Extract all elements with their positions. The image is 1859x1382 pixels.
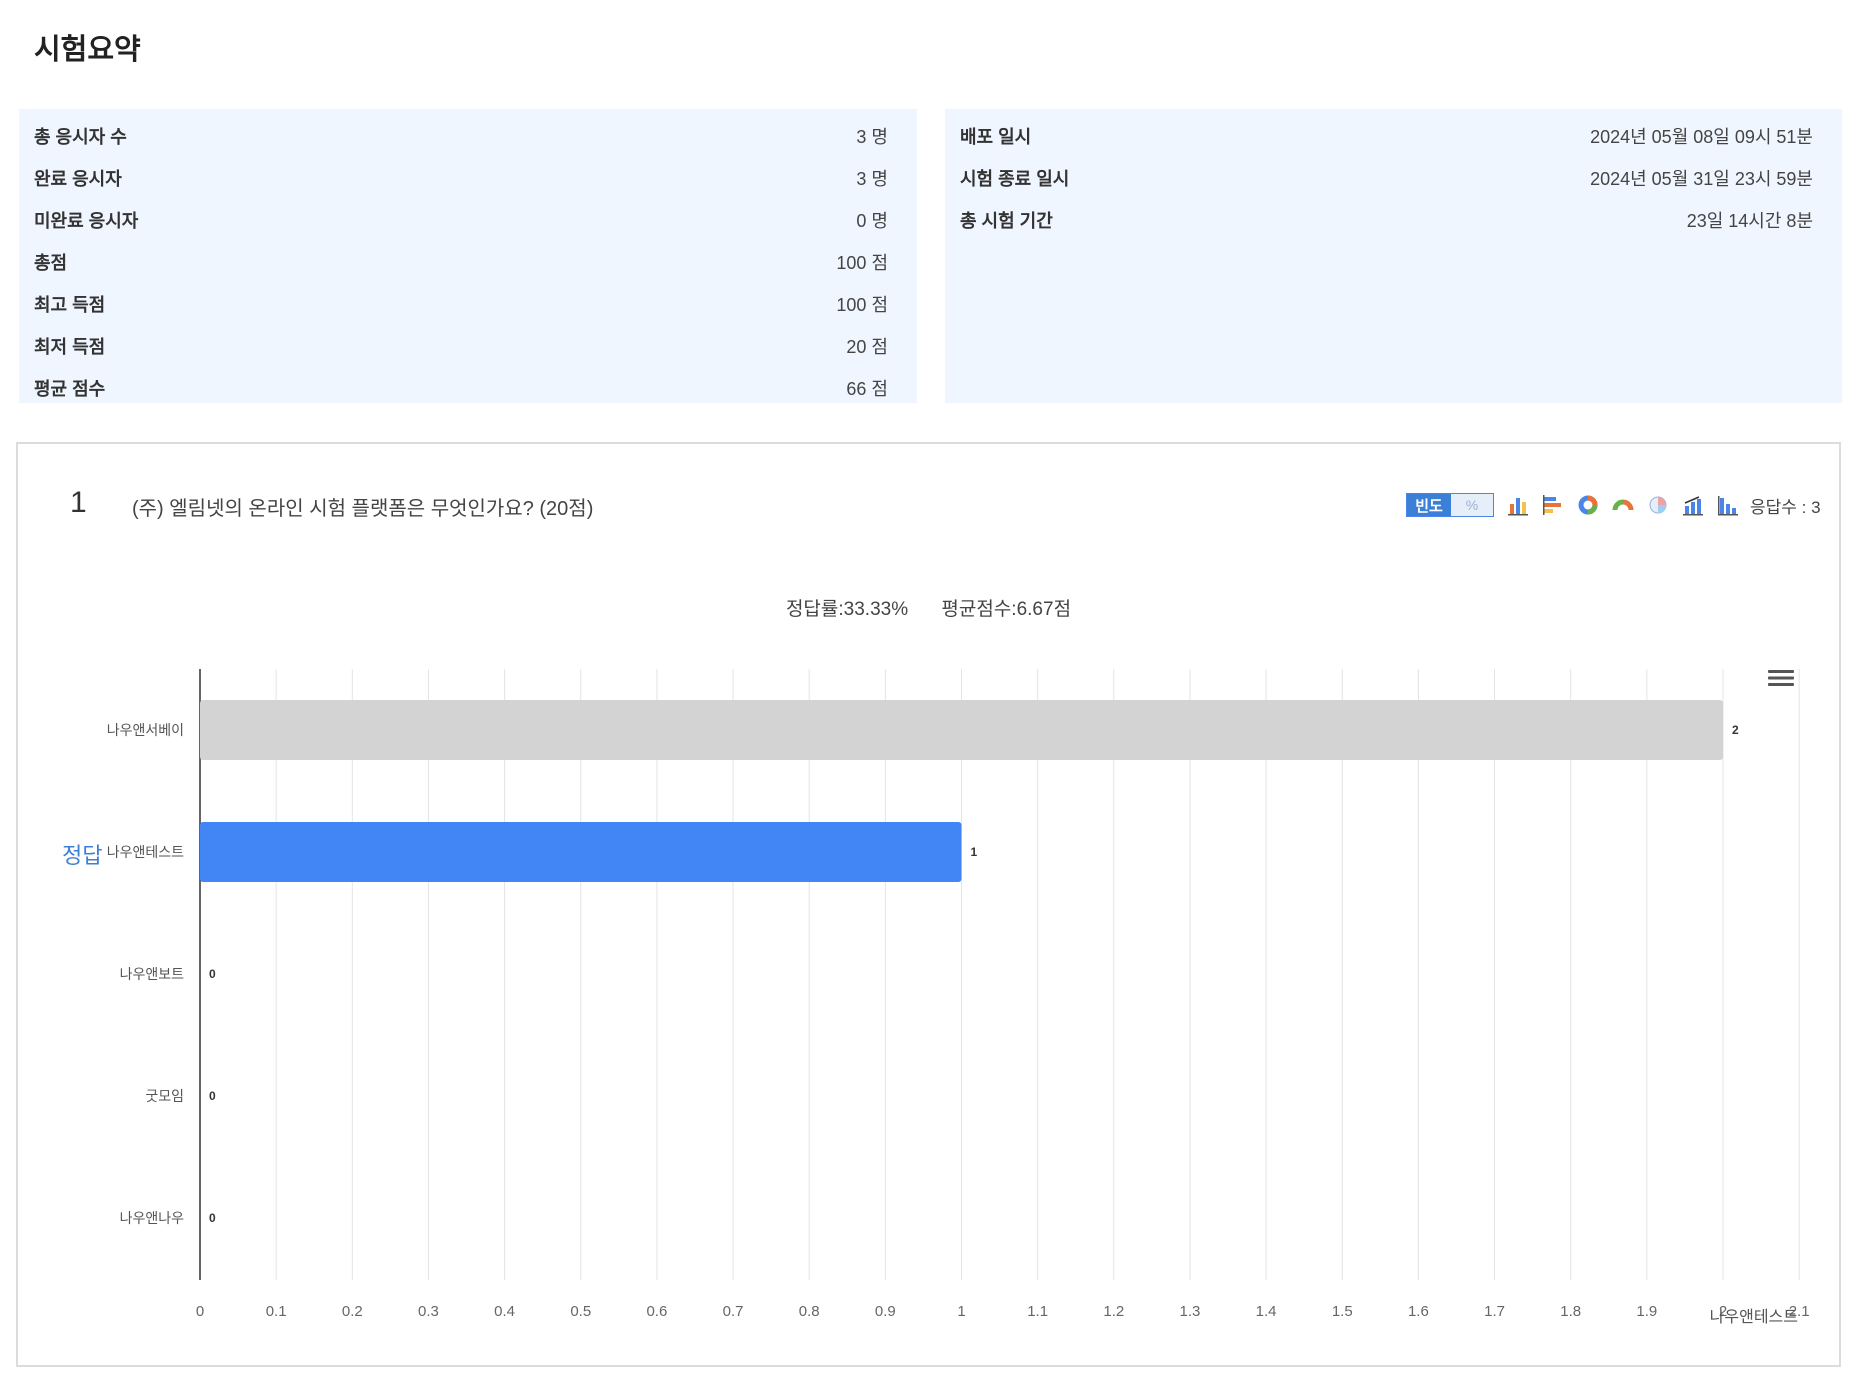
- summary-row: 총 응시자 수 3 명: [34, 115, 888, 157]
- correct-answer-badge: 정답: [62, 843, 103, 868]
- data-label: 0: [209, 1211, 216, 1225]
- data-label: 1: [971, 845, 978, 859]
- x-tick-label: 1.5: [1332, 1303, 1353, 1320]
- summary-label: 최저 득점: [34, 337, 106, 357]
- x-tick-label: 0.1: [266, 1303, 287, 1320]
- summary-row: 최고 득점 100 점: [34, 283, 888, 325]
- page-title: 시험요약: [34, 34, 141, 66]
- summary-label: 평균 점수: [34, 379, 106, 399]
- summary-row: 최저 득점 20 점: [34, 325, 888, 367]
- data-label: 2: [1732, 723, 1739, 737]
- summary-label: 총점: [34, 253, 68, 273]
- summary-value: 20 점: [846, 337, 888, 357]
- summary-value: 2024년 05월 08일 09시 51분: [1590, 127, 1813, 147]
- category-label: 나우앤테스트: [107, 844, 184, 860]
- summary-value: 23일 14시간 8분: [1686, 211, 1813, 231]
- x-tick-label: 1.4: [1256, 1303, 1277, 1320]
- summary-row: 미완료 응시자 0 명: [34, 199, 888, 241]
- x-tick-label: 0.6: [646, 1303, 667, 1320]
- bar[interactable]: [200, 700, 1723, 760]
- x-tick-label: 0.9: [875, 1303, 896, 1320]
- question-card: 1 (주) 엘림넷의 온라인 시험 플랫폼은 무엇인가요? (20점) 빈도 %: [16, 442, 1841, 1367]
- x-tick-label: 1.1: [1027, 1303, 1048, 1320]
- summary-row: 시험 종료 일시 2024년 05월 31일 23시 59분: [960, 157, 1813, 199]
- summary-label: 배포 일시: [960, 127, 1032, 147]
- x-tick-label: 1.8: [1560, 1303, 1581, 1320]
- summary-label: 최고 득점: [34, 295, 106, 315]
- x-tick-label: 0.3: [418, 1303, 439, 1320]
- bar[interactable]: [200, 822, 962, 882]
- bar-chart: 0 0.1 0.2 0.3 0.4 0.5 0.6 0.7 0.8 0.9 1 1.1 1.2 1.3 1.…: [107, 669, 1810, 1326]
- x-tick-label: 0.2: [342, 1303, 363, 1320]
- summary-value: 100 점: [836, 295, 888, 315]
- x-tick-label: 0.4: [494, 1303, 515, 1320]
- x-tick-label: 1: [957, 1303, 965, 1320]
- data-label: 0: [209, 1089, 216, 1103]
- summary-value: 3 명: [856, 169, 888, 189]
- x-axis-note: 나우앤테스트: [1710, 1308, 1798, 1326]
- category-label: 나우앤서베이: [107, 722, 184, 738]
- summary-value: 66 점: [846, 379, 888, 399]
- category-label: 나우앤나우: [120, 1210, 185, 1226]
- x-tick-label: 0.8: [799, 1303, 820, 1320]
- x-tick-label: 1.9: [1636, 1303, 1657, 1320]
- x-tick-label: 1.6: [1408, 1303, 1429, 1320]
- x-tick-label: 0.5: [570, 1303, 591, 1320]
- summary-label: 시험 종료 일시: [960, 169, 1070, 189]
- category-label: 굿모임: [145, 1088, 184, 1104]
- summary-row: 평균 점수 66 점: [34, 367, 888, 409]
- summary-row: 총점 100 점: [34, 241, 888, 283]
- summary-value: 100 점: [836, 253, 888, 273]
- x-tick-label: 1.2: [1103, 1303, 1124, 1320]
- summary-panel-left: 총 응시자 수3 명 완료 응시자 3 명 미완료 응시자 0 명 총점 100 점 최고 득…: [19, 109, 917, 403]
- x-tick-label: 0: [196, 1303, 204, 1320]
- summary-label: 총 응시자 수: [34, 127, 127, 147]
- summary-row: 총 시험 기간 23일 14시간 8분: [960, 199, 1813, 241]
- summary-label: 미완료 응시자: [34, 211, 139, 231]
- summary-label: 완료 응시자: [34, 169, 122, 189]
- summary-label: 총 시험 기간: [960, 211, 1053, 231]
- summary-value: 3 명: [856, 127, 888, 147]
- summary-row: 완료 응시자 3 명: [34, 157, 888, 199]
- summary-value: 0 명: [856, 211, 888, 231]
- summary-panel-right: 배포 일시 2024년 05월 08일 09시 51분시험 종료 일시 2024년 …: [945, 109, 1842, 403]
- summary-value: 2024년 05월 31일 23시 59분: [1590, 169, 1813, 189]
- summary-row: 배포 일시 2024년 05월 08일 09시 51분: [960, 115, 1813, 157]
- data-label: 0: [209, 967, 216, 981]
- x-tick-label: 1.3: [1180, 1303, 1201, 1320]
- x-tick-label: 0.7: [723, 1303, 744, 1320]
- category-label: 나우앤보트: [120, 966, 185, 982]
- x-tick-label: 1.7: [1484, 1303, 1505, 1320]
